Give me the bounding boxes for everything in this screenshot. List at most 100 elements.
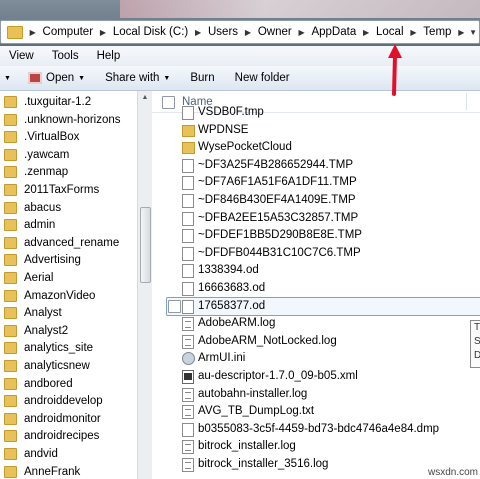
file-name: AdobeARM.log — [198, 317, 276, 330]
row-checkbox[interactable] — [168, 299, 181, 313]
folder-icon — [4, 289, 17, 302]
file-name: WPDNSE — [198, 123, 249, 136]
chevron-right-icon[interactable]: ▶ — [360, 28, 372, 37]
menu-view[interactable]: View — [0, 50, 43, 62]
nav-item-label: .tuxguitar-1.2 — [24, 96, 92, 108]
folder-icon — [4, 184, 17, 196]
nav-item[interactable]: andvid — [0, 445, 137, 463]
red-arrow-annotation — [388, 44, 402, 96]
chevron-right-icon[interactable]: ▶ — [27, 28, 39, 37]
nav-item-label: Analyst — [24, 307, 62, 320]
nav-item-label: .unknown-horizons — [24, 113, 121, 126]
file-row[interactable]: AdobeARM_NotLocked.log — [152, 332, 480, 350]
nav-item[interactable]: abacus — [0, 199, 137, 217]
title-bar-area: ▶ Computer ▶ Local Disk (C:) ▶ Users ▶ O… — [0, 0, 480, 46]
file-row[interactable]: 17658377.od — [152, 296, 480, 316]
file-row[interactable]: ~DFDEF1BB5D290B8E8E.TMP — [152, 226, 480, 244]
file-row[interactable]: ~DF3A25F4B286652944.TMP — [152, 156, 480, 174]
nav-item[interactable]: .unknown-horizons — [0, 111, 137, 129]
nav-item[interactable]: Advertising — [0, 251, 137, 269]
file-row[interactable]: WysePocketCloud — [152, 138, 480, 156]
command-bar: ▼ Open ▼ Share with ▼ Burn New folder — [0, 66, 480, 91]
file-row[interactable]: au-descriptor-1.7.0_09-b05.xml — [152, 367, 480, 385]
nav-item-label: AmazonVideo — [24, 289, 96, 302]
chevron-right-icon[interactable]: ▶ — [296, 28, 308, 37]
folder-icon — [4, 412, 17, 425]
folder-icon — [182, 124, 195, 137]
file-row[interactable]: bitrock_installer.log — [152, 437, 480, 455]
nav-item[interactable]: androidmonitor — [0, 410, 137, 428]
nav-item[interactable]: analytics_site — [0, 339, 137, 357]
nav-item[interactable]: Analyst2 — [0, 322, 137, 340]
file-name: autobahn-installer.log — [198, 387, 308, 400]
breadcrumb-computer[interactable]: Computer — [39, 26, 98, 38]
chevron-right-icon[interactable]: ▶ — [97, 28, 109, 37]
chevron-down-icon[interactable]: ▼ — [467, 28, 479, 37]
file-row[interactable]: ~DF7A6F1A51F6A1DF11.TMP — [152, 173, 480, 191]
file-row[interactable]: 16663683.od — [152, 279, 480, 297]
file-row[interactable]: ~DF846B430EF4A1409E.TMP — [152, 191, 480, 209]
menu-help[interactable]: Help — [88, 50, 130, 62]
nav-item-label: .VirtualBox — [24, 131, 80, 144]
chevron-right-icon[interactable]: ▶ — [408, 28, 420, 37]
file-icon — [182, 106, 194, 120]
file-name: WysePocketCloud — [198, 141, 292, 154]
nav-item[interactable]: admin — [0, 216, 137, 234]
nav-item[interactable]: AmazonVideo — [0, 287, 137, 305]
file-row[interactable]: 1338394.od — [152, 261, 480, 279]
file-row[interactable]: ~DFDFB044B31C10C7C6.TMP — [152, 244, 480, 262]
nav-item[interactable]: Analyst — [0, 304, 137, 322]
file-row[interactable]: WPDNSE — [152, 121, 480, 139]
nav-item[interactable]: analyticsnew — [0, 357, 137, 375]
file-row[interactable]: autobahn-installer.log — [152, 385, 480, 403]
nav-item-label: androidmonitor — [24, 412, 101, 425]
open-button[interactable]: Open ▼ — [28, 72, 95, 84]
nav-item-label: Analyst2 — [24, 324, 69, 337]
share-with-button[interactable]: Share with ▼ — [95, 72, 180, 84]
file-name: au-descriptor-1.7.0_09-b05.xml — [198, 370, 358, 382]
scroll-up-icon[interactable]: ▲ — [138, 91, 152, 105]
nav-item[interactable]: androidrecipes — [0, 427, 137, 445]
file-name: 1338394.od — [198, 264, 259, 277]
breadcrumb-users[interactable]: Users — [204, 26, 242, 38]
file-row[interactable]: AVG_TB_DumpLog.txt — [152, 402, 480, 420]
breadcrumb-temp[interactable]: Temp — [419, 26, 455, 38]
nav-item-label: abacus — [24, 201, 62, 214]
nav-item[interactable]: 2011TaxForms — [0, 181, 137, 199]
nav-item[interactable]: .tuxguitar-1.2 — [0, 93, 137, 111]
burn-button[interactable]: Burn — [180, 72, 224, 84]
folder-icon — [4, 148, 17, 161]
chevron-right-icon[interactable]: ▶ — [242, 28, 254, 37]
file-row[interactable]: b0355083-3c5f-4459-bd73-bdc4746a4e84.dmp — [152, 420, 480, 438]
navigation-scrollbar[interactable]: ▲ — [137, 91, 152, 479]
nav-item[interactable]: .zenmap — [0, 163, 137, 181]
nav-item[interactable]: .yawcam — [0, 146, 137, 164]
chevron-right-icon[interactable]: ▶ — [455, 28, 467, 37]
nav-item[interactable]: .VirtualBox — [0, 128, 137, 146]
menu-tools[interactable]: Tools — [43, 50, 88, 62]
breadcrumb-appdata[interactable]: AppData — [307, 26, 360, 38]
file-row[interactable]: ~DFBA2EE15A53C32857.TMP — [152, 209, 480, 227]
breadcrumb-owner[interactable]: Owner — [254, 26, 296, 38]
folder-icon — [4, 360, 17, 372]
nav-item-label: androidrecipes — [24, 430, 100, 443]
nav-item-label: AnneFrank — [24, 465, 81, 478]
nav-item[interactable]: androiddevelop — [0, 392, 137, 410]
nav-item[interactable]: Aerial — [0, 269, 137, 287]
new-folder-button[interactable]: New folder — [225, 72, 300, 84]
nav-item[interactable]: AnneFrank — [0, 463, 137, 479]
file-row[interactable]: VSDB0F.tmp — [152, 103, 480, 121]
tooltip-line: T — [474, 322, 480, 333]
nav-item[interactable]: advanced_rename — [0, 234, 137, 252]
file-name: AVG_TB_DumpLog.txt — [198, 405, 315, 418]
breadcrumb-local[interactable]: Local — [372, 26, 408, 38]
chevron-right-icon[interactable]: ▶ — [192, 28, 204, 37]
scrollbar-thumb[interactable] — [140, 207, 151, 283]
address-bar[interactable]: ▶ Computer ▶ Local Disk (C:) ▶ Users ▶ O… — [0, 20, 480, 44]
open-label: Open — [46, 72, 75, 84]
organize-dropdown-caret[interactable]: ▼ — [0, 75, 28, 82]
file-row[interactable]: ArmUI.ini — [152, 349, 480, 367]
file-row[interactable]: AdobeARM.log — [152, 314, 480, 332]
nav-item[interactable]: andbored — [0, 375, 137, 393]
breadcrumb-local-disk[interactable]: Local Disk (C:) — [109, 26, 192, 38]
